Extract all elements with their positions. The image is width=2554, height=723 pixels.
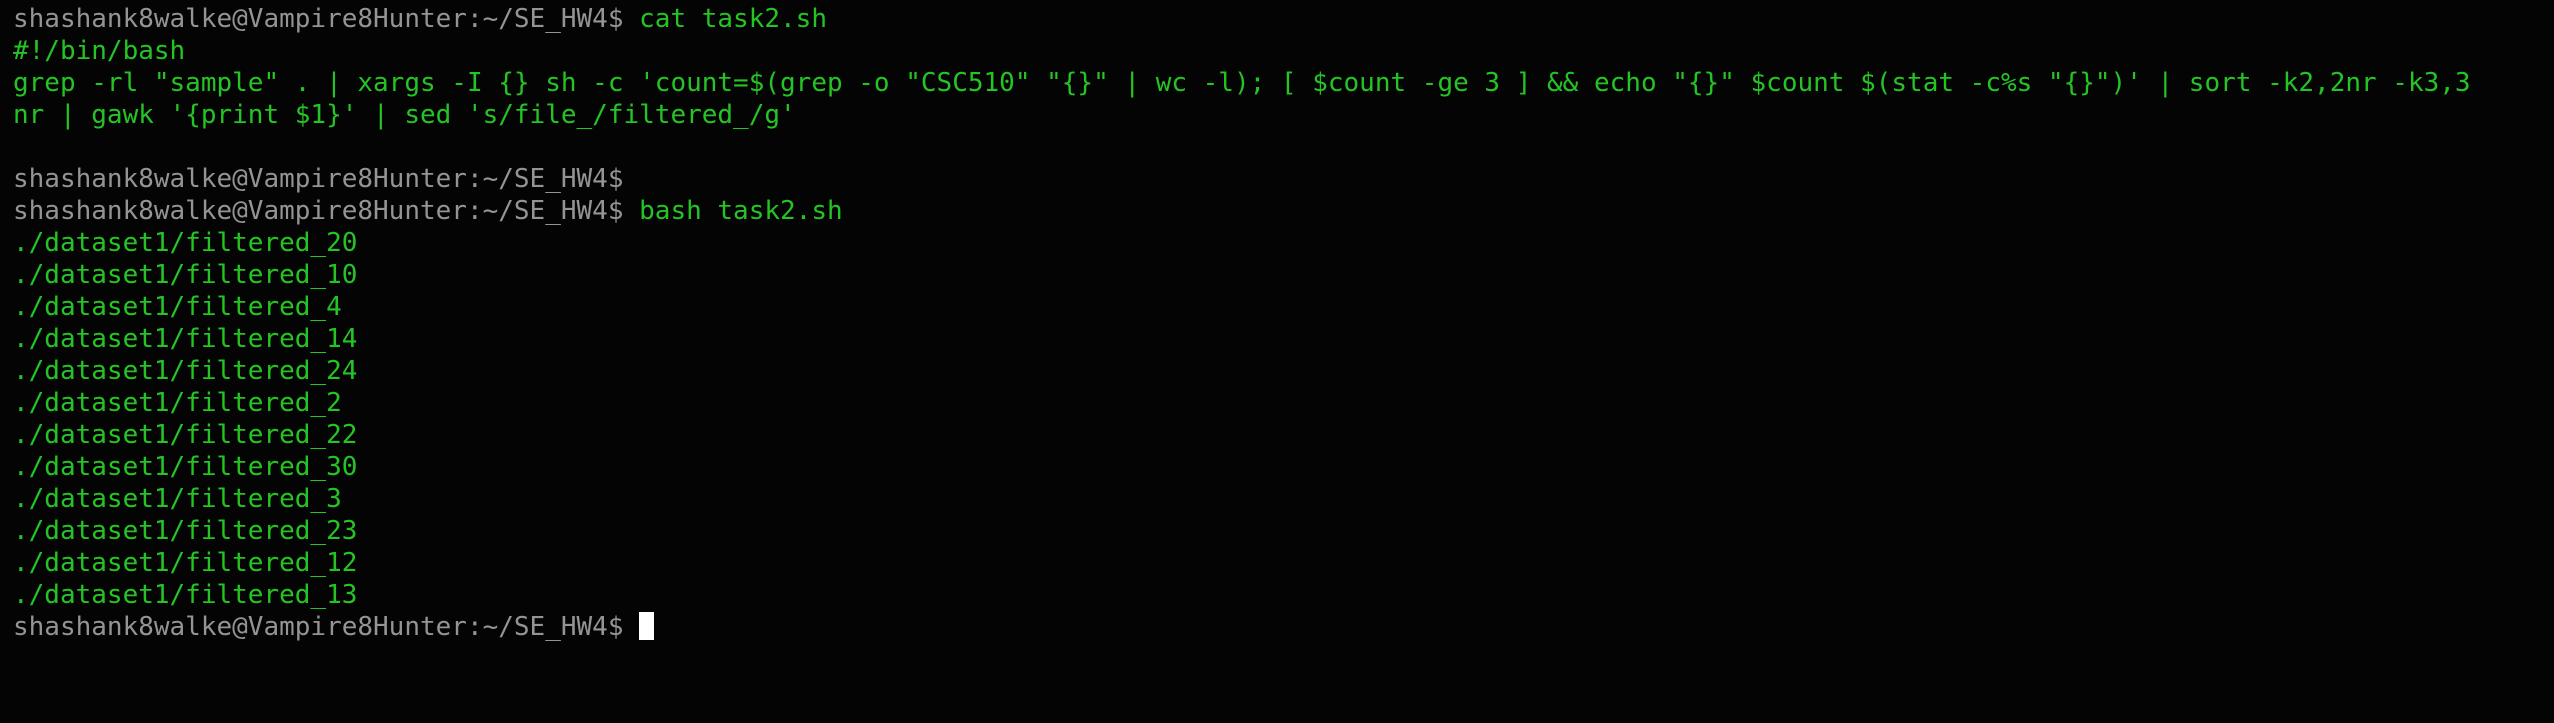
output-line: ./dataset1/filtered_12 (13, 548, 358, 578)
output-line: ./dataset1/filtered_4 (13, 292, 342, 322)
output-line: ./dataset1/filtered_23 (13, 516, 358, 546)
command-text: bash task2.sh (639, 196, 843, 226)
output-line: ./dataset1/filtered_10 (13, 260, 358, 290)
output-line: grep -rl "sample" . | xargs -I {} sh -c … (13, 68, 2471, 98)
shell-prompt: shashank8walke@Vampire8Hunter:~/SE_HW4$ (13, 164, 624, 194)
command-line: shashank8walke@Vampire8Hunter:~/SE_HW4$ … (13, 3, 2541, 35)
terminal-window[interactable]: shashank8walke@Vampire8Hunter:~/SE_HW4$ … (0, 0, 2554, 723)
output-line: ./dataset1/filtered_14 (13, 324, 358, 354)
output-line: ./dataset1/filtered_2 (13, 388, 342, 418)
command-line: shashank8walke@Vampire8Hunter:~/SE_HW4$ … (13, 195, 2541, 227)
shell-prompt: shashank8walke@Vampire8Hunter:~/SE_HW4$ (13, 612, 624, 642)
output-line: ./dataset1/filtered_24 (13, 356, 358, 386)
output-line: ./dataset1/filtered_13 (13, 580, 358, 610)
output-line: ./dataset1/filtered_30 (13, 452, 358, 482)
command-line: shashank8walke@Vampire8Hunter:~/SE_HW4$ (13, 163, 2541, 195)
output-line: ./dataset1/filtered_20 (13, 228, 358, 258)
output-line: ./dataset1/filtered_22 (13, 420, 358, 450)
command-text: cat task2.sh (639, 4, 827, 34)
shell-prompt: shashank8walke@Vampire8Hunter:~/SE_HW4$ (13, 196, 624, 226)
text-cursor[interactable] (639, 612, 655, 640)
shell-prompt: shashank8walke@Vampire8Hunter:~/SE_HW4$ (13, 4, 624, 34)
output-line: nr | gawk '{print $1}' | sed 's/file_/fi… (13, 100, 796, 130)
output-line: ./dataset1/filtered_3 (13, 484, 342, 514)
active-command-line[interactable]: shashank8walke@Vampire8Hunter:~/SE_HW4$ (13, 611, 2541, 643)
output-line: #!/bin/bash (13, 36, 186, 66)
